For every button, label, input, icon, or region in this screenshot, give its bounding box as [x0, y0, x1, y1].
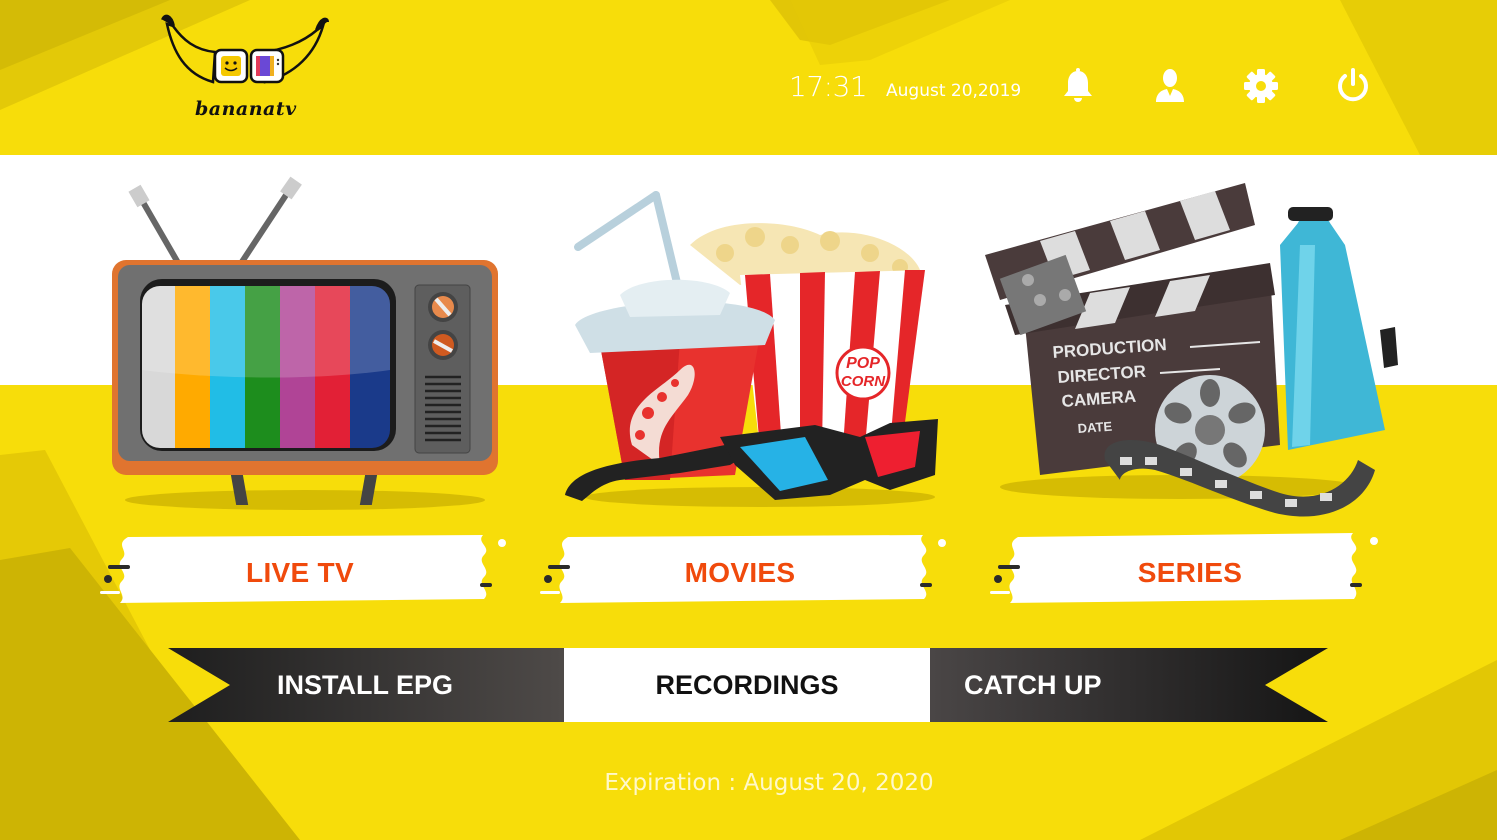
- series-label: SERIES: [1137, 557, 1243, 588]
- movies-label: MOVIES: [684, 557, 796, 588]
- catch-up-button[interactable]: CATCH UP: [964, 645, 1102, 725]
- recordings-button[interactable]: RECORDINGS: [564, 645, 930, 725]
- live-tv-button[interactable]: LIVE TV: [100, 527, 506, 622]
- header: bananatv 17:31 August 20,2019: [0, 0, 1497, 155]
- bottom-ribbon-menu: INSTALL EPG RECORDINGS CATCH UP: [168, 645, 1330, 725]
- live-tv-label: LIVE TV: [246, 557, 354, 588]
- install-epg-button[interactable]: INSTALL EPG: [277, 645, 453, 725]
- expiration-text: Expiration : August 20, 2020: [604, 770, 934, 796]
- current-date: August 20,2019: [886, 81, 1022, 101]
- banana-logo-icon: [161, 14, 329, 84]
- clapper-date-text: DATE: [1077, 419, 1113, 436]
- series-button[interactable]: SERIES: [990, 527, 1390, 622]
- bell-icon: [1064, 68, 1092, 102]
- svg-text:CORN: CORN: [841, 373, 886, 390]
- gear-icon: [1244, 69, 1278, 103]
- power-button[interactable]: [1333, 66, 1373, 106]
- power-icon: [1338, 68, 1368, 102]
- brand-name: bananatv: [195, 98, 297, 120]
- clapperboard-illustration: PRODUCTION DIRECTOR CAMERA DATE: [985, 183, 1398, 517]
- user-icon: [1156, 69, 1184, 102]
- clock-time: 17:31: [789, 70, 868, 103]
- svg-text:POP: POP: [846, 355, 880, 372]
- movies-button[interactable]: MOVIES: [540, 527, 946, 622]
- settings-button[interactable]: [1241, 66, 1281, 106]
- account-button[interactable]: [1150, 66, 1190, 106]
- popcorn-drink-glasses-illustration: POP CORN: [565, 191, 938, 507]
- notifications-button[interactable]: [1058, 66, 1098, 106]
- retro-tv-illustration: [112, 176, 498, 510]
